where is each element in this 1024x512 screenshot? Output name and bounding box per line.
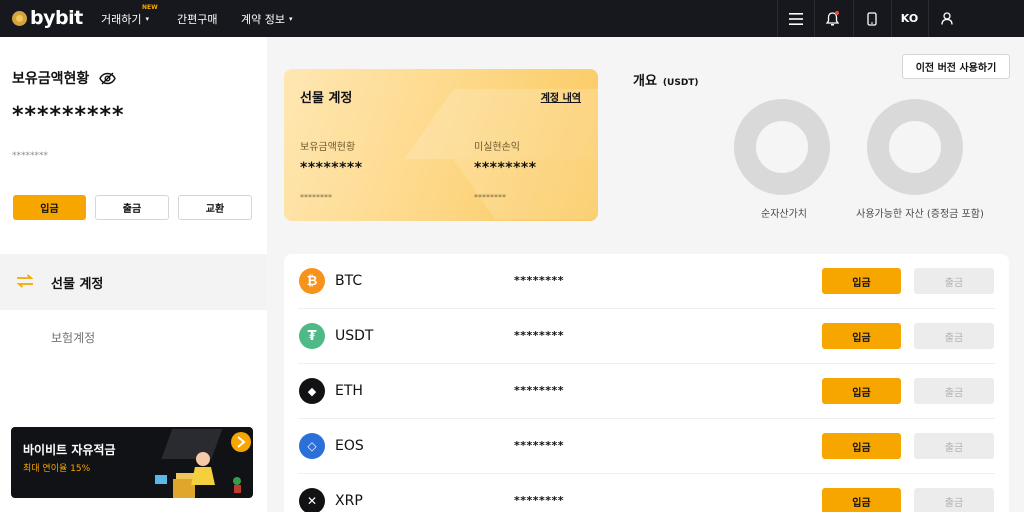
banner-title: 바이비트 자유적금 bbox=[23, 443, 116, 457]
overview-title-label: 개요 bbox=[633, 74, 657, 89]
sidebar-item-futures[interactable]: 선물 계정 bbox=[51, 273, 103, 292]
asset-balance: ******** bbox=[514, 439, 565, 452]
banner-illustration bbox=[155, 429, 251, 498]
btc-coin-icon: ₿ bbox=[299, 268, 325, 294]
asset-deposit-button[interactable]: 입금 bbox=[822, 378, 901, 404]
asset-row-eos: ◇ EOS ******** 입금 출금 bbox=[284, 419, 1009, 474]
available-asset-donut-chart bbox=[867, 99, 963, 195]
futures-balance-sub: ******** bbox=[300, 193, 332, 202]
asset-list: ₿ BTC ******** 입금 출금 ₮ USDT ******** 입금 … bbox=[284, 254, 1009, 512]
chevron-down-icon: ▾ bbox=[145, 15, 149, 23]
eos-coin-icon: ◇ bbox=[299, 433, 325, 459]
asset-balance: ******** bbox=[514, 494, 565, 507]
asset-withdraw-button[interactable]: 출금 bbox=[914, 488, 994, 512]
futures-account-card: 선물 계정 계정 내역 보유금액현황 ******** ******** 미실현… bbox=[284, 69, 598, 221]
futures-balance-label: 보유금액현황 bbox=[300, 142, 356, 153]
overview-unit: (USDT) bbox=[662, 78, 699, 88]
asset-deposit-button[interactable]: 입금 bbox=[822, 433, 901, 459]
futures-balance-value: ******** bbox=[300, 160, 363, 176]
logo-coin-icon bbox=[12, 10, 27, 26]
asset-name: XRP bbox=[335, 493, 363, 509]
balance-title: 보유금액현황 bbox=[12, 68, 117, 88]
nav-easy-buy[interactable]: 간편구매 bbox=[177, 11, 217, 27]
available-asset-label: 사용가능한 자산 (증정금 포함) bbox=[856, 209, 984, 220]
futures-card-title: 선물 계정 bbox=[300, 91, 353, 106]
asset-row-eth: ◆ ETH ******** 입금 출금 bbox=[284, 364, 1009, 419]
user-account-button[interactable] bbox=[928, 0, 964, 37]
asset-row-xrp: ✕ XRP ******** 입금 출금 bbox=[284, 474, 1009, 512]
withdraw-button[interactable]: 출금 bbox=[95, 195, 169, 220]
asset-deposit-button[interactable]: 입금 bbox=[822, 488, 901, 512]
balance-value: ********* bbox=[12, 103, 125, 128]
top-navbar: bybit 거래하기 ▾ NEW 간편구매 계약 정보 ▾ KO bbox=[0, 0, 1024, 37]
asset-row-btc: ₿ BTC ******** 입금 출금 bbox=[284, 254, 1009, 309]
deposit-button[interactable]: 입금 bbox=[13, 195, 86, 220]
unrealized-pnl-label: 미실현손익 bbox=[474, 142, 520, 153]
asset-name: ETH bbox=[335, 383, 363, 399]
new-badge: NEW bbox=[142, 4, 158, 11]
asset-deposit-button[interactable]: 입금 bbox=[822, 323, 901, 349]
asset-deposit-button[interactable]: 입금 bbox=[822, 268, 901, 294]
asset-name: EOS bbox=[335, 438, 364, 454]
nav-easy-buy-label: 간편구매 bbox=[177, 13, 218, 26]
asset-balance: ******** bbox=[514, 274, 565, 287]
net-asset-donut-chart bbox=[734, 99, 830, 195]
sidebar-item-insurance[interactable]: 보험계정 bbox=[51, 329, 95, 346]
unrealized-pnl-value: ******** bbox=[474, 160, 537, 176]
left-sidebar: 보유금액현황 ********* ******** 입금 출금 교환 선물 계정… bbox=[0, 37, 267, 512]
asset-balance: ******** bbox=[514, 384, 565, 397]
user-icon bbox=[940, 12, 953, 25]
nav-contract-info[interactable]: 계약 정보 ▾ bbox=[241, 11, 293, 27]
menu-icon bbox=[788, 12, 803, 25]
overview-title: 개요 (USDT) bbox=[633, 70, 699, 89]
balance-title-label: 보유금액현황 bbox=[12, 71, 90, 87]
asset-name: BTC bbox=[335, 273, 363, 289]
asset-withdraw-button[interactable]: 출금 bbox=[914, 433, 994, 459]
chevron-down-icon: ▾ bbox=[288, 15, 293, 23]
asset-withdraw-button[interactable]: 출금 bbox=[914, 268, 994, 294]
balance-sub-value: ******** bbox=[12, 151, 48, 161]
asset-withdraw-button[interactable]: 출금 bbox=[914, 323, 994, 349]
asset-withdraw-button[interactable]: 출금 bbox=[914, 378, 994, 404]
eth-coin-icon: ◆ bbox=[299, 378, 325, 404]
nav-trade[interactable]: 거래하기 ▾ NEW bbox=[101, 4, 158, 27]
language-button[interactable]: KO bbox=[891, 0, 927, 37]
mobile-icon bbox=[866, 11, 877, 26]
unrealized-pnl-sub: ******** bbox=[474, 193, 506, 202]
notification-dot bbox=[835, 11, 839, 15]
mobile-app-button[interactable] bbox=[853, 0, 889, 37]
promo-banner[interactable]: 바이비트 자유적금 최대 연이율 15% bbox=[11, 427, 253, 498]
asset-balance: ******** bbox=[514, 329, 565, 342]
notification-button[interactable] bbox=[814, 0, 850, 37]
banner-subtitle: 최대 연이율 15% bbox=[23, 464, 91, 474]
logo-text: bybit bbox=[30, 7, 83, 29]
net-asset-label: 순자산가치 bbox=[761, 209, 807, 220]
xrp-coin-icon: ✕ bbox=[299, 488, 325, 512]
nav-contract-info-label: 계약 정보 bbox=[241, 13, 285, 26]
account-history-link[interactable]: 계정 내역 bbox=[541, 89, 581, 104]
language-label: KO bbox=[900, 12, 919, 25]
asset-row-usdt: ₮ USDT ******** 입금 출금 bbox=[284, 309, 1009, 364]
old-version-button[interactable]: 이전 버전 사용하기 bbox=[902, 54, 1010, 79]
usdt-coin-icon: ₮ bbox=[299, 323, 325, 349]
asset-name: USDT bbox=[335, 328, 374, 344]
bybit-logo[interactable]: bybit bbox=[12, 5, 83, 31]
menu-button[interactable] bbox=[777, 0, 813, 37]
swap-arrows-icon bbox=[16, 274, 34, 288]
eye-off-icon[interactable] bbox=[99, 72, 117, 85]
exchange-button[interactable]: 교환 bbox=[178, 195, 252, 220]
sidebar-item-futures-bg[interactable] bbox=[0, 254, 267, 310]
nav-trade-label: 거래하기 bbox=[101, 13, 142, 26]
